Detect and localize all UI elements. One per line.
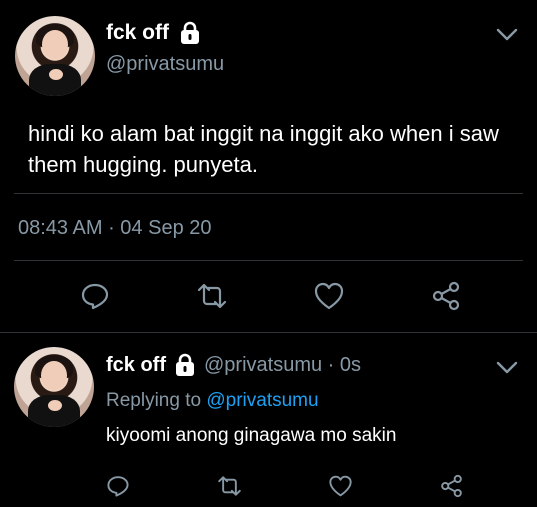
- retweet-icon[interactable]: [195, 281, 229, 311]
- divider: [14, 193, 523, 194]
- retweet-icon[interactable]: [216, 474, 243, 498]
- tweet-time: 08:43 AM: [18, 217, 103, 239]
- reply-tweet[interactable]: fck off @privatsumu · 0s Replying to @pr…: [0, 333, 537, 507]
- share-icon[interactable]: [430, 281, 462, 311]
- user-handle[interactable]: @privatsumu: [106, 53, 224, 76]
- tweet-date: 04 Sep 20: [120, 217, 212, 239]
- lock-icon: [174, 353, 196, 377]
- like-icon[interactable]: [328, 474, 353, 498]
- divider: [14, 260, 523, 261]
- display-name[interactable]: fck off: [106, 354, 166, 377]
- tweet-timestamp: 08:43 AM · 04 Sep 20: [18, 217, 212, 240]
- reply-icon[interactable]: [106, 474, 130, 498]
- replying-prefix: Replying to: [106, 390, 207, 411]
- separator: ·: [102, 217, 121, 239]
- replying-to-link[interactable]: @privatsumu: [206, 390, 318, 411]
- like-icon[interactable]: [313, 281, 345, 311]
- tweet-text: kiyoomi anong ginagawa mo sakin: [106, 425, 397, 446]
- reply-icon[interactable]: [80, 281, 110, 311]
- user-handle[interactable]: @privatsumu: [204, 354, 322, 376]
- action-bar: [80, 280, 462, 312]
- action-bar: [106, 473, 464, 499]
- avatar[interactable]: [14, 347, 94, 427]
- share-icon[interactable]: [439, 474, 464, 498]
- chevron-down-icon[interactable]: [496, 361, 518, 380]
- tweet-text: hindi ko alam bat inggit na inggit ako w…: [28, 121, 499, 177]
- avatar[interactable]: [15, 16, 95, 96]
- lock-icon: [179, 21, 201, 45]
- main-tweet: fck off @privatsumu hindi ko alam bat in…: [0, 0, 537, 332]
- tweet-age: · 0s: [322, 353, 362, 376]
- display-name[interactable]: fck off: [106, 21, 169, 45]
- replying-to: Replying to @privatsumu: [106, 390, 319, 412]
- chevron-down-icon[interactable]: [496, 28, 518, 47]
